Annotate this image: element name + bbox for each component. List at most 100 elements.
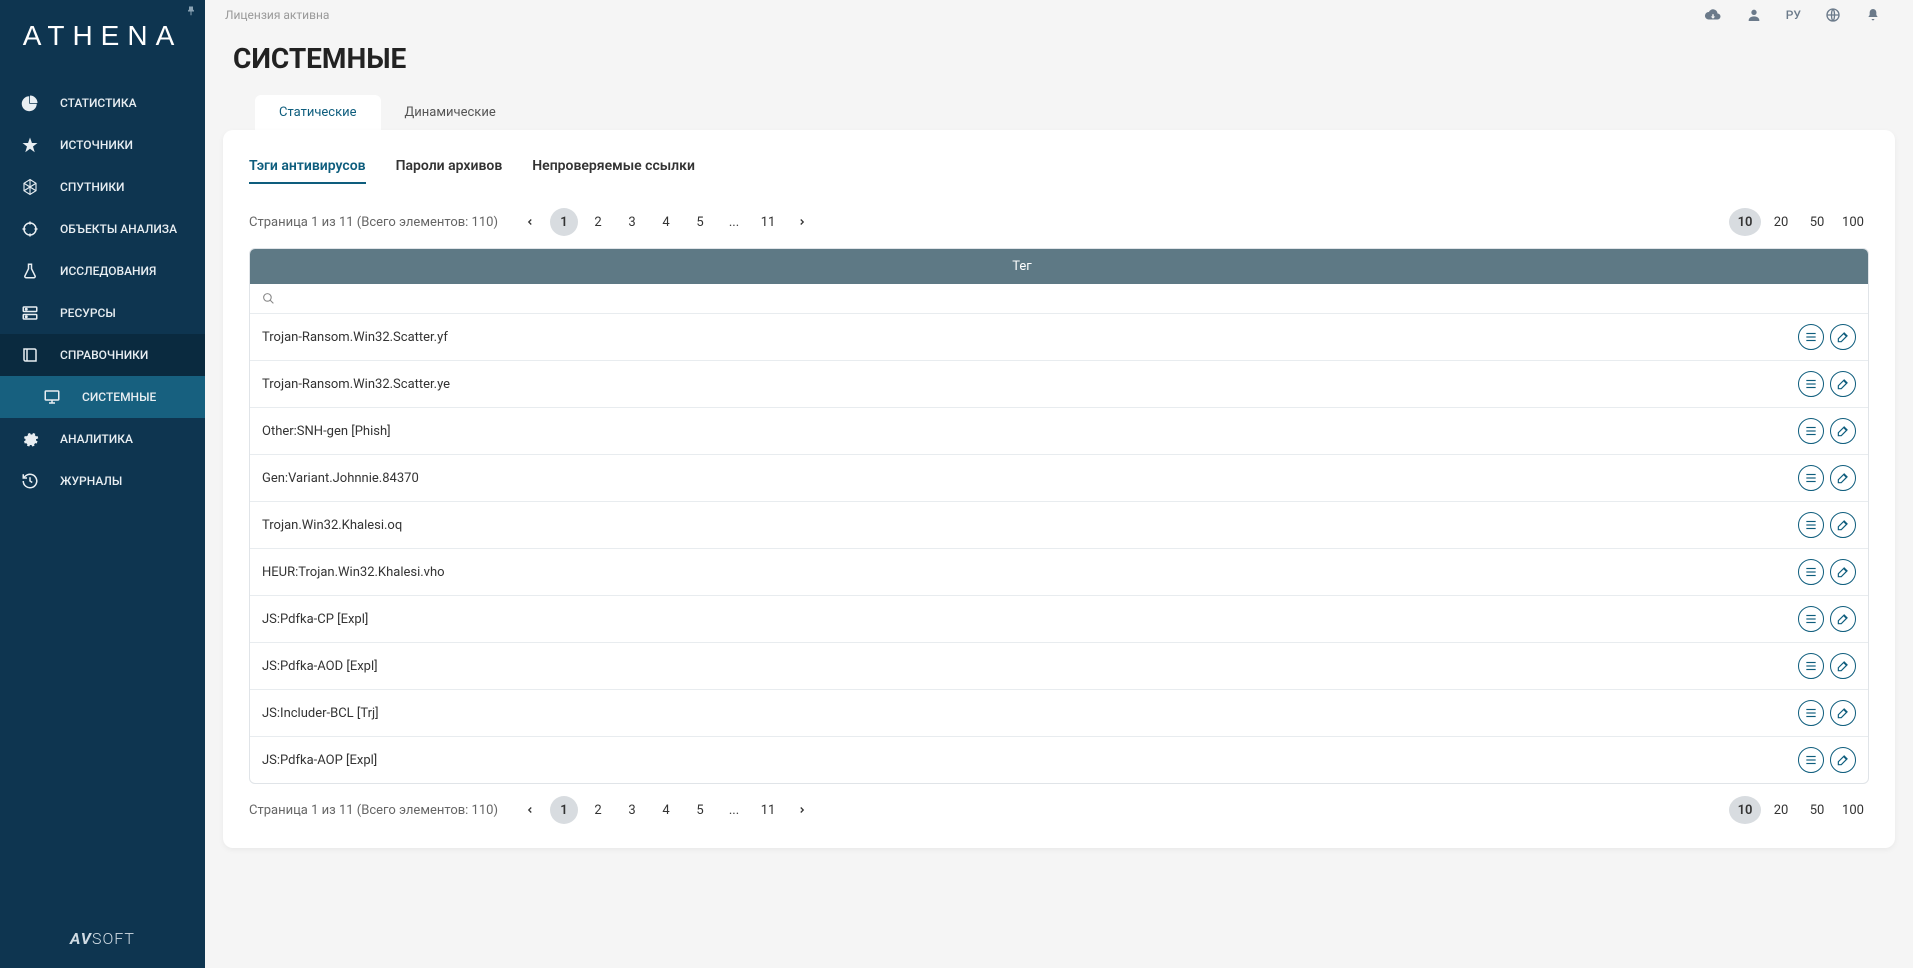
sidebar-item-sources[interactable]: ИСТОЧНИКИ	[0, 124, 205, 166]
bell-icon[interactable]	[1865, 7, 1881, 23]
pie-chart-icon	[18, 94, 42, 112]
page-size-100[interactable]: 100	[1837, 208, 1869, 236]
pager-page-4[interactable]: 4	[652, 796, 680, 824]
detail-button[interactable]	[1798, 418, 1824, 444]
sidebar-item-label: ОБЪЕКТЫ АНАЛИЗА	[60, 222, 177, 236]
server-icon	[18, 304, 42, 322]
table-row: JS:Pdfka-AOD [Expl]	[250, 643, 1868, 690]
table-row: JS:Pdfka-AOP [Expl]	[250, 737, 1868, 783]
tab-antivirus-tags[interactable]: Тэги антивирусов	[249, 154, 366, 184]
page-size-50[interactable]: 50	[1801, 796, 1833, 824]
pager-page-2[interactable]: 2	[584, 208, 612, 236]
edit-button[interactable]	[1830, 465, 1856, 491]
pager-page-11[interactable]: 11	[754, 208, 782, 236]
pager-prev-icon[interactable]	[516, 208, 544, 236]
tab-label: Статические	[279, 105, 357, 120]
page-size-100[interactable]: 100	[1837, 796, 1869, 824]
sidebar-item-analytics[interactable]: АНАЛИТИКА	[0, 418, 205, 460]
globe-icon[interactable]	[1825, 7, 1841, 23]
monitor-icon	[40, 388, 64, 406]
detail-button[interactable]	[1798, 747, 1824, 773]
sidebar-item-label: АНАЛИТИКА	[60, 432, 133, 446]
detail-button[interactable]	[1798, 371, 1824, 397]
sidebar-item-label: ИСТОЧНИКИ	[60, 138, 133, 152]
edit-button[interactable]	[1830, 324, 1856, 350]
sidebar-item-satellites[interactable]: СПУТНИКИ	[0, 166, 205, 208]
detail-button[interactable]	[1798, 324, 1824, 350]
tab-label: Динамические	[405, 105, 496, 120]
user-icon[interactable]	[1746, 7, 1762, 23]
page-size-10[interactable]: 10	[1729, 796, 1761, 824]
tab-static[interactable]: Статические	[255, 95, 381, 130]
tag-cell: Gen:Variant.Johnnie.84370	[262, 471, 1798, 486]
detail-button[interactable]	[1798, 465, 1824, 491]
pager-page-1[interactable]: 1	[550, 796, 578, 824]
detail-button[interactable]	[1798, 606, 1824, 632]
pager-page-5[interactable]: 5	[686, 796, 714, 824]
table-row: JS:Includer-BCL [Trj]	[250, 690, 1868, 737]
pager-page-3[interactable]: 3	[618, 208, 646, 236]
tab-label: Непроверяемые ссылки	[532, 158, 695, 174]
pager-nav: 1 2 3 4 5 ... 11	[516, 208, 816, 236]
topbar: Лицензия активна РУ	[205, 0, 1913, 30]
tab-dynamic[interactable]: Динамические	[381, 95, 520, 130]
pager-page-1[interactable]: 1	[550, 208, 578, 236]
page-size-20[interactable]: 20	[1765, 208, 1797, 236]
table-row: Other:SNH-gen [Phish]	[250, 408, 1868, 455]
detail-button[interactable]	[1798, 653, 1824, 679]
sidebar-item-journals[interactable]: ЖУРНАЛЫ	[0, 460, 205, 502]
pager-bottom: Страница 1 из 11 (Всего элементов: 110) …	[249, 796, 1869, 824]
pin-icon[interactable]	[185, 5, 197, 17]
edit-button[interactable]	[1830, 418, 1856, 444]
pager-page-11[interactable]: 11	[754, 796, 782, 824]
detail-button[interactable]	[1798, 512, 1824, 538]
book-icon	[18, 346, 42, 364]
sidebar-item-research[interactable]: ИССЛЕДОВАНИЯ	[0, 250, 205, 292]
pager-top: Страница 1 из 11 (Всего элементов: 110) …	[249, 208, 1869, 236]
pager-page-5[interactable]: 5	[686, 208, 714, 236]
detail-button[interactable]	[1798, 700, 1824, 726]
page-size-50[interactable]: 50	[1801, 208, 1833, 236]
table-row: HEUR:Trojan.Win32.Khalesi.vho	[250, 549, 1868, 596]
column-header-tag[interactable]: Тег	[266, 259, 1778, 274]
cloud-download-icon[interactable]	[1704, 6, 1722, 24]
sidebar-item-statistics[interactable]: СТАТИСТИКА	[0, 82, 205, 124]
flask-icon	[18, 262, 42, 280]
pager-prev-icon[interactable]	[516, 796, 544, 824]
tag-cell: Other:SNH-gen [Phish]	[262, 424, 1798, 439]
pager-page-3[interactable]: 3	[618, 796, 646, 824]
edit-button[interactable]	[1830, 653, 1856, 679]
edit-button[interactable]	[1830, 606, 1856, 632]
sidebar: ATHENA СТАТИСТИКА ИСТОЧНИКИ СПУТНИКИ	[0, 0, 205, 968]
tag-cell: HEUR:Trojan.Win32.Khalesi.vho	[262, 565, 1798, 580]
detail-button[interactable]	[1798, 559, 1824, 585]
tab-label: Пароли архивов	[396, 158, 503, 174]
search-icon[interactable]	[262, 292, 1856, 305]
edit-button[interactable]	[1830, 700, 1856, 726]
outer-tabs: Статические Динамические	[205, 95, 1913, 130]
sidebar-item-analysis-objects[interactable]: ОБЪЕКТЫ АНАЛИЗА	[0, 208, 205, 250]
page-size-10[interactable]: 10	[1729, 208, 1761, 236]
footer-logo: AVSOFT	[0, 909, 205, 968]
page-size-selector: 10 20 50 100	[1729, 796, 1869, 824]
tab-unchecked-links[interactable]: Непроверяемые ссылки	[532, 154, 695, 184]
pager-page-4[interactable]: 4	[652, 208, 680, 236]
pager-next-icon[interactable]	[788, 208, 816, 236]
edit-button[interactable]	[1830, 559, 1856, 585]
gear-icon	[18, 430, 42, 448]
sidebar-item-system[interactable]: СИСТЕМНЫЕ	[0, 376, 205, 418]
edit-button[interactable]	[1830, 512, 1856, 538]
tag-cell: Trojan.Win32.Khalesi.oq	[262, 518, 1798, 533]
sidebar-item-directories[interactable]: СПРАВОЧНИКИ	[0, 334, 205, 376]
sidebar-item-label: СИСТЕМНЫЕ	[82, 390, 156, 404]
sidebar-item-resources[interactable]: РЕСУРСЫ	[0, 292, 205, 334]
pager-page-2[interactable]: 2	[584, 796, 612, 824]
tab-archive-passwords[interactable]: Пароли архивов	[396, 154, 503, 184]
edit-button[interactable]	[1830, 747, 1856, 773]
table-row: Gen:Variant.Johnnie.84370	[250, 455, 1868, 502]
edit-button[interactable]	[1830, 371, 1856, 397]
sidebar-item-label: РЕСУРСЫ	[60, 306, 116, 320]
pager-next-icon[interactable]	[788, 796, 816, 824]
page-size-20[interactable]: 20	[1765, 796, 1797, 824]
language-selector[interactable]: РУ	[1786, 8, 1801, 22]
